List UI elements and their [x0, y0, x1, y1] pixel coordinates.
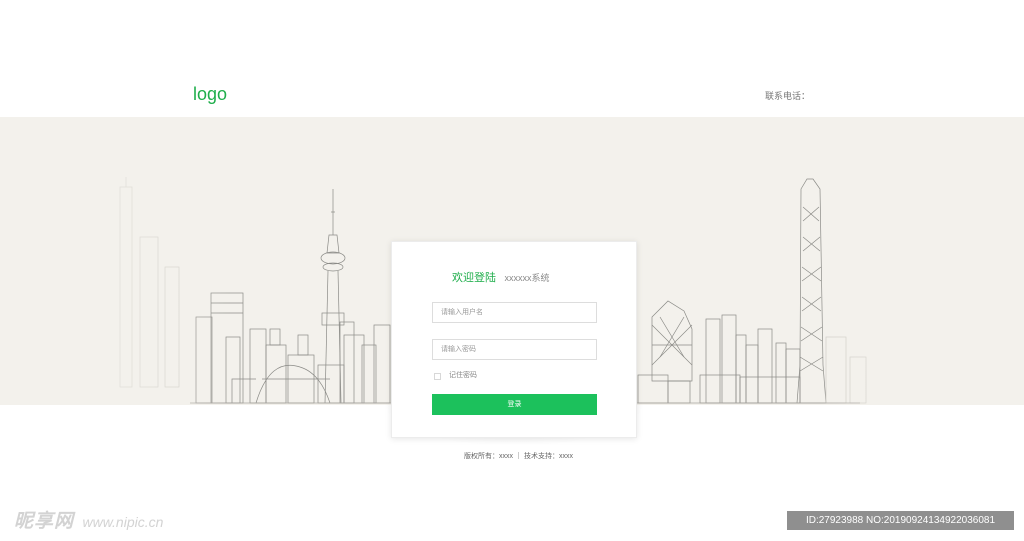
- watermark-brand-name: 昵享网: [14, 511, 75, 532]
- remember-checkbox[interactable]: [434, 372, 441, 380]
- footer-divider: [518, 452, 519, 459]
- header: logo 联系电话：: [0, 0, 1024, 117]
- system-name: xxxxxx系统: [504, 273, 550, 283]
- welcome-text: 欢迎登陆: [452, 272, 496, 284]
- footer: 版权所有：xxxx 技术支持：xxxx: [0, 452, 1024, 462]
- password-input[interactable]: [432, 339, 597, 360]
- login-button[interactable]: 登录: [432, 394, 597, 415]
- watermark-url: www.nipic.cn: [82, 514, 164, 530]
- login-title: 欢迎登陆 xxxxxx系统: [452, 270, 549, 285]
- logo[interactable]: logo: [193, 84, 227, 104]
- support-text: 技术支持：xxxx: [524, 453, 573, 460]
- contact-phone: 联系电话：: [765, 91, 811, 101]
- watermark-brand: 昵享网 www.nipic.cn: [14, 511, 163, 534]
- remember-label: 记住密码: [449, 372, 477, 379]
- copyright-text: 版权所有：xxxx: [464, 453, 513, 460]
- watermark-id: ID:27923988 NO:20190924134922036081: [787, 511, 1014, 530]
- username-input[interactable]: [432, 302, 597, 323]
- remember-password[interactable]: 记住密码: [434, 371, 477, 381]
